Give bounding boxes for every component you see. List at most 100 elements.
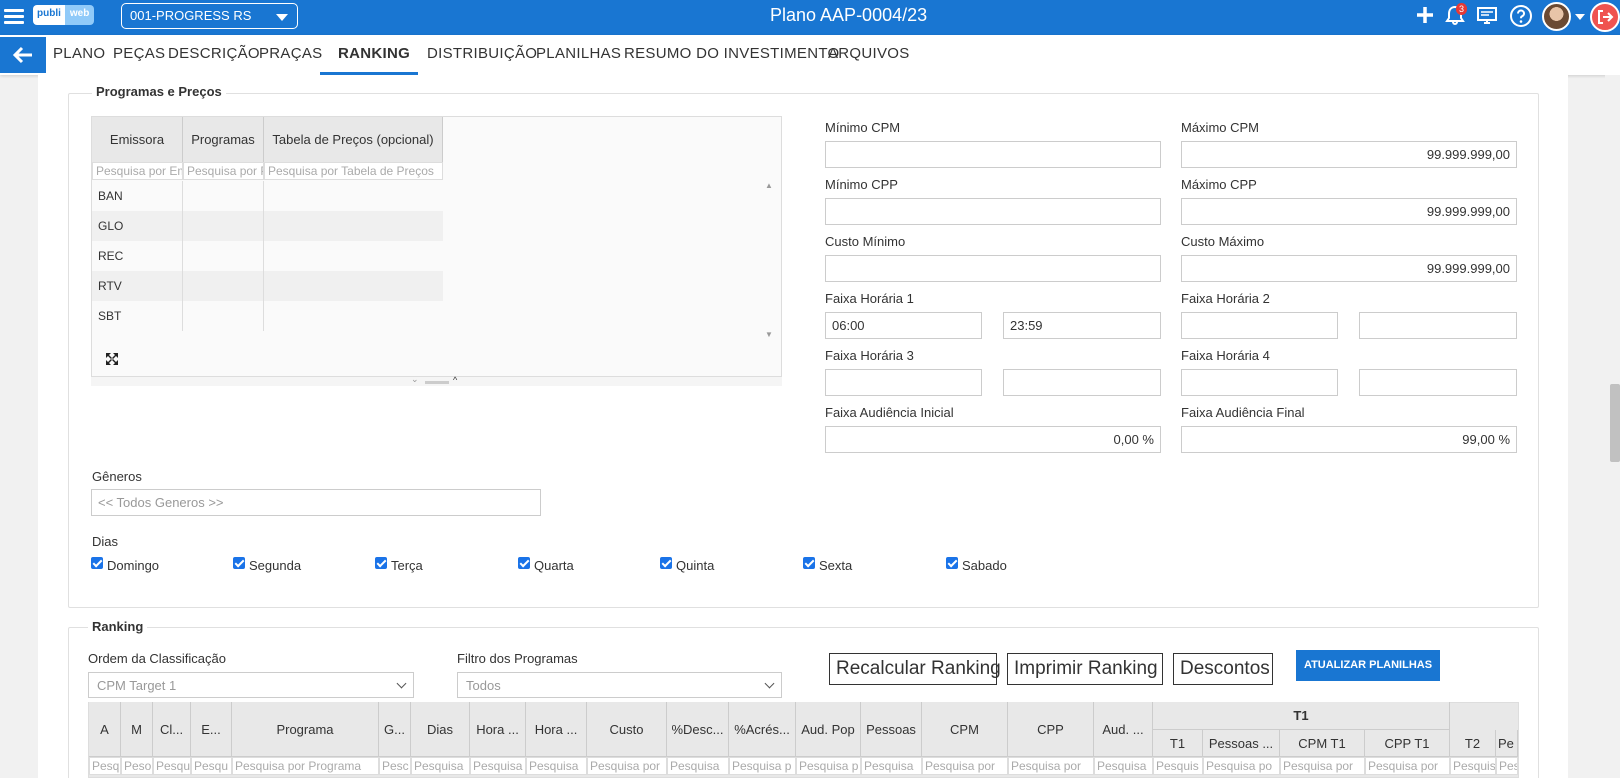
faixa4-start-input[interactable] [1181, 369, 1338, 396]
filtro-select[interactable]: Todos [457, 672, 782, 698]
menu-icon[interactable] [4, 6, 24, 28]
filter-t1[interactable]: Pesquis [1153, 757, 1203, 775]
col-pessoas-t1[interactable]: Pessoas ... [1203, 730, 1280, 757]
filter-m[interactable]: Peso [121, 757, 153, 775]
faixa3-start-input[interactable] [825, 369, 982, 396]
col-hora-fim[interactable]: Hora ... [526, 702, 587, 757]
filter-custo[interactable]: Pesquisa por [587, 757, 667, 775]
col-programa[interactable]: Programa [232, 702, 379, 757]
atualizar-planilhas-button[interactable]: ATUALIZAR PLANILHAS [1296, 650, 1440, 681]
col-hora-inicio[interactable]: Hora ... [470, 702, 526, 757]
tab-distribuicao[interactable]: DISTRIBUIÇÃO [427, 45, 537, 62]
col-t2[interactable]: T2 [1450, 730, 1496, 757]
scroll-down-icon[interactable]: ▼ [765, 330, 773, 339]
col-desconto[interactable]: %Desc... [667, 702, 729, 757]
tab-planilhas[interactable]: PLANILHAS [536, 45, 621, 62]
filter-a[interactable]: Pesq [89, 757, 121, 775]
table-row[interactable]: REC [92, 241, 443, 271]
filter-cl[interactable]: Pesqu [153, 757, 191, 775]
ordem-select[interactable]: CPM Target 1 [88, 672, 414, 698]
filter-pessoas-t1[interactable]: Pesquisa po [1203, 757, 1280, 775]
scroll-up-icon[interactable]: ▲ [765, 181, 773, 190]
user-avatar[interactable] [1542, 2, 1571, 31]
filter-cpm[interactable]: Pesquisa por [922, 757, 1008, 775]
col-cpp[interactable]: CPP [1008, 702, 1094, 757]
tab-ranking[interactable]: RANKING [338, 45, 410, 62]
filter-acrescimo[interactable]: Pesquisa p [729, 757, 796, 775]
col-cpm[interactable]: CPM [922, 702, 1008, 757]
sabado-checkbox[interactable] [946, 557, 958, 569]
col-g[interactable]: G... [379, 702, 411, 757]
filter-pessoas-t2[interactable]: Pesq [1496, 757, 1518, 775]
tab-pracas[interactable]: PRAÇAS [259, 45, 323, 62]
col-cpp-t1[interactable]: CPP T1 [1365, 730, 1450, 757]
filter-e[interactable]: Pesqu [191, 757, 232, 775]
col-acrescimo[interactable]: %Acrés... [729, 702, 796, 757]
chevron-down-icon[interactable] [1575, 14, 1585, 20]
faixa1-end-input[interactable]: 23:59 [1003, 312, 1161, 339]
filter-aud-pop[interactable]: Pesquisa p [796, 757, 861, 775]
table-row[interactable]: BAN [92, 181, 443, 211]
filter-dias[interactable]: Pesquisa [411, 757, 470, 775]
aud-final-input[interactable]: 99,00 % [1181, 426, 1517, 453]
col-dias[interactable]: Dias [411, 702, 470, 757]
col-t1[interactable]: T1 [1153, 730, 1203, 757]
col-pessoas-t2[interactable]: Pe [1496, 730, 1518, 757]
monitor-icon[interactable] [1475, 4, 1499, 28]
min-cpp-input[interactable] [825, 198, 1161, 225]
expand-icon[interactable] [105, 352, 119, 369]
terca-checkbox[interactable] [375, 557, 387, 569]
company-select[interactable]: 001-PROGRESS RS [121, 3, 298, 29]
quinta-checkbox[interactable] [660, 557, 672, 569]
min-cpm-input[interactable] [825, 141, 1161, 168]
sexta-checkbox[interactable] [803, 557, 815, 569]
max-cpp-input[interactable]: 99.999.999,00 [1181, 198, 1517, 225]
faixa2-start-input[interactable] [1181, 312, 1338, 339]
faixa4-end-input[interactable] [1359, 369, 1517, 396]
col-tabela-precos[interactable]: Tabela de Preços (opcional) [264, 117, 443, 162]
col-cl[interactable]: Cl... [153, 702, 191, 757]
aud-inicial-input[interactable]: 0,00 % [825, 426, 1161, 453]
imprimir-ranking-button[interactable]: Imprimir Ranking [1007, 653, 1163, 685]
custo-min-input[interactable] [825, 255, 1161, 282]
filter-cpp[interactable]: Pesquisa por [1008, 757, 1094, 775]
tab-pecas[interactable]: PEÇAS [113, 45, 165, 62]
recalcular-ranking-button[interactable]: Recalcular Ranking [829, 653, 1001, 685]
filter-cpm-t1[interactable]: Pesquisa por [1280, 757, 1365, 775]
filter-g[interactable]: Pesc [379, 757, 411, 775]
table-row[interactable]: SBT [92, 301, 443, 331]
filter-aud[interactable]: Pesquisa [1094, 757, 1153, 775]
table-row[interactable]: RTV [92, 271, 443, 301]
plus-icon[interactable] [1413, 4, 1437, 28]
tab-resumo-investimento[interactable]: RESUMO DO INVESTIMENTO [624, 45, 840, 62]
filter-tabela-precos[interactable]: Pesquisa por Tabela de Preços [264, 162, 443, 180]
col-emissora[interactable]: Emissora [92, 117, 183, 162]
filter-emissora[interactable]: Pesquisa por Emissora [92, 162, 183, 180]
filter-programa[interactable]: Pesquisa por Programa [232, 757, 379, 775]
tab-plano[interactable]: PLANO [53, 45, 105, 62]
filter-pessoas[interactable]: Pesquisa [861, 757, 922, 775]
filter-desconto[interactable]: Pesquisa [667, 757, 729, 775]
col-m[interactable]: M [121, 702, 153, 757]
logout-icon[interactable] [1590, 2, 1620, 32]
filter-programas[interactable]: Pesquisa por Programas [183, 162, 264, 180]
faixa3-end-input[interactable] [1003, 369, 1161, 396]
tab-arquivos[interactable]: ARQUIVOS [828, 45, 910, 62]
col-pessoas[interactable]: Pessoas [861, 702, 922, 757]
segunda-checkbox[interactable] [233, 557, 245, 569]
table-row[interactable]: GLO [92, 211, 443, 241]
generos-input[interactable]: << Todos Generos >> [91, 489, 541, 516]
col-aud-pop[interactable]: Aud. Pop [796, 702, 861, 757]
filter-hora-fim[interactable]: Pesquisa [526, 757, 587, 775]
filter-hora-inicio[interactable]: Pesquisa [470, 757, 526, 775]
faixa1-start-input[interactable]: 06:00 [825, 312, 982, 339]
col-aud[interactable]: Aud. ... [1094, 702, 1153, 757]
domingo-checkbox[interactable] [91, 557, 103, 569]
custo-max-input[interactable]: 99.999.999,00 [1181, 255, 1517, 282]
col-a[interactable]: A [89, 702, 121, 757]
filter-t2[interactable]: Pesquis [1450, 757, 1496, 775]
filter-cpp-t1[interactable]: Pesquisa por [1365, 757, 1450, 775]
col-programas[interactable]: Programas [183, 117, 264, 162]
col-cpm-t1[interactable]: CPM T1 [1280, 730, 1365, 757]
back-button[interactable] [0, 37, 46, 73]
